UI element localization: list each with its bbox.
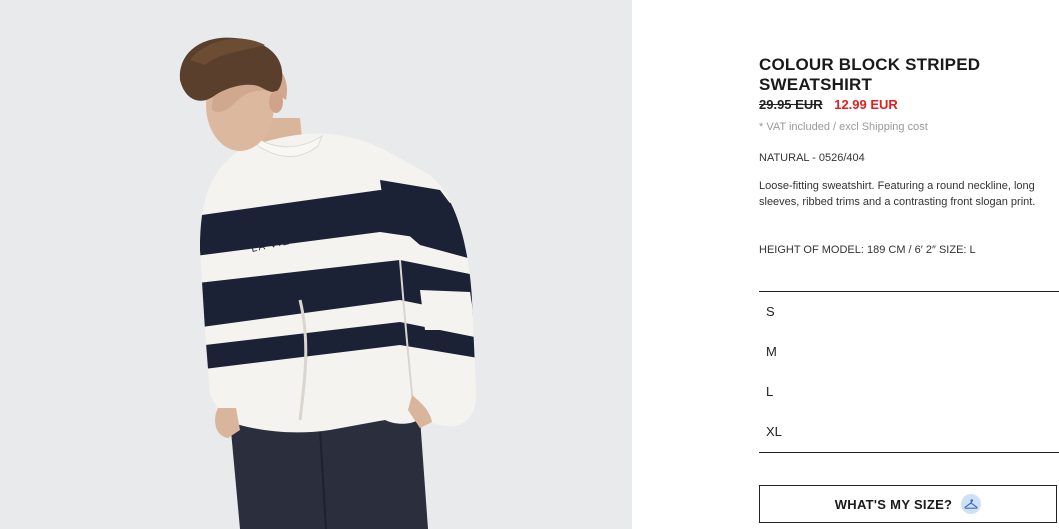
vat-note: * VAT included / excl Shipping cost (759, 121, 928, 133)
size-option-l[interactable]: L (766, 380, 1046, 404)
product-title: COLOUR BLOCK STRIPED SWEATSHIRT (759, 55, 981, 94)
hanger-icon (961, 494, 982, 514)
product-page: LA VIE ET LA NUIT COLOUR BLOCK STRIPED S… (0, 0, 1059, 529)
sale-price: 12.99 EUR (834, 97, 898, 112)
product-description: Loose-fitting sweatshirt. Featuring a ro… (759, 180, 1036, 208)
model-info: HEIGHT OF MODEL: 189 CM / 6′ 2″ SIZE: L (759, 244, 976, 256)
size-option-xl[interactable]: XL (766, 420, 1046, 444)
price-block: 29.95 EUR 12.99 EUR (759, 97, 898, 112)
hanger-icon-glyph (964, 499, 978, 509)
size-selector: S M L XL (759, 291, 1059, 453)
size-option-s[interactable]: S (766, 300, 1046, 324)
color-reference: NATURAL - 0526/404 (759, 152, 865, 164)
product-info-panel: COLOUR BLOCK STRIPED SWEATSHIRT 29.95 EU… (759, 0, 1059, 529)
whats-my-size-button[interactable]: WHAT'S MY SIZE? (759, 485, 1057, 523)
whats-my-size-label: WHAT'S MY SIZE? (834, 496, 953, 512)
size-option-m[interactable]: M (766, 340, 1046, 364)
model-wearing-sweatshirt-image: LA VIE ET LA NUIT (0, 0, 632, 529)
product-photo[interactable]: LA VIE ET LA NUIT (0, 0, 632, 529)
original-price: 29.95 EUR (759, 97, 823, 112)
